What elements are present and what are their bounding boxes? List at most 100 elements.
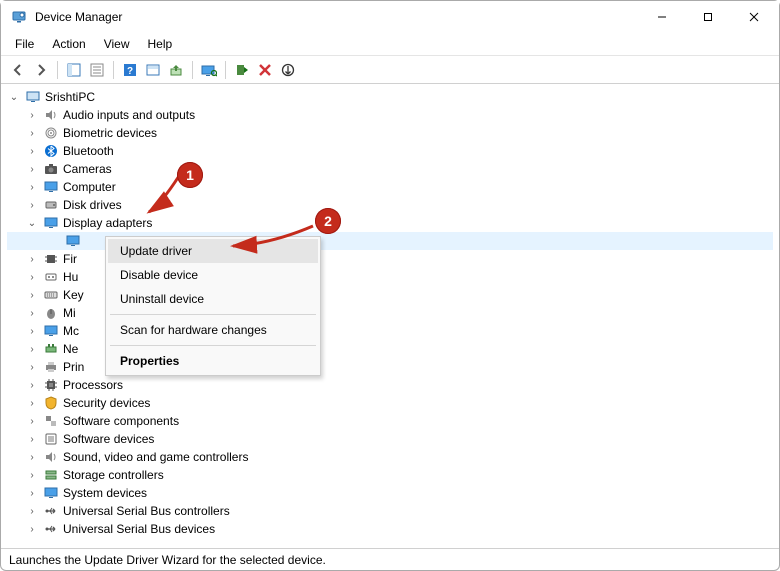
tree-label: Security devices xyxy=(63,396,150,410)
tree-label: Software components xyxy=(63,414,179,428)
expand-arrow-right-icon[interactable]: › xyxy=(25,414,39,428)
svg-text:?: ? xyxy=(127,66,133,77)
tree-item-display-adapters[interactable]: ⌄ Display adapters xyxy=(7,214,773,232)
tree-item-audio[interactable]: › Audio inputs and outputs xyxy=(7,106,773,124)
context-disable-device[interactable]: Disable device xyxy=(108,263,318,287)
expand-arrow-right-icon[interactable]: › xyxy=(25,360,39,374)
expand-arrow-right-icon[interactable]: › xyxy=(25,252,39,266)
fingerprint-icon xyxy=(43,125,59,141)
show-hide-tree-button[interactable] xyxy=(63,59,85,81)
display-adapter-icon xyxy=(65,233,81,249)
tree-item-processors[interactable]: › Processors xyxy=(7,376,773,394)
disable-device-button[interactable] xyxy=(277,59,299,81)
speaker-icon xyxy=(43,107,59,123)
expand-arrow-right-icon[interactable]: › xyxy=(25,306,39,320)
mouse-icon xyxy=(43,305,59,321)
tree-item-storage[interactable]: › Storage controllers xyxy=(7,466,773,484)
toolbar-separator xyxy=(57,61,58,79)
action-button[interactable] xyxy=(142,59,164,81)
context-separator xyxy=(110,345,316,346)
usb-icon xyxy=(43,521,59,537)
tree-label: System devices xyxy=(63,486,147,500)
camera-icon xyxy=(43,161,59,177)
help-button[interactable]: ? xyxy=(119,59,141,81)
software-icon xyxy=(43,431,59,447)
context-update-driver[interactable]: Update driver xyxy=(108,239,318,263)
scan-hardware-button[interactable] xyxy=(198,59,220,81)
toolbar: ? xyxy=(1,56,779,84)
expand-arrow-right-icon[interactable]: › xyxy=(25,288,39,302)
expand-arrow-right-icon[interactable]: › xyxy=(25,108,39,122)
tree-item-sound[interactable]: › Sound, video and game controllers xyxy=(7,448,773,466)
back-button[interactable] xyxy=(7,59,29,81)
expand-arrow-down-icon[interactable]: ⌄ xyxy=(7,90,21,104)
tree-item-system[interactable]: › System devices xyxy=(7,484,773,502)
properties-button[interactable] xyxy=(86,59,108,81)
expand-arrow-right-icon[interactable]: › xyxy=(25,180,39,194)
tree-root[interactable]: ⌄ SrishtiPC xyxy=(7,88,773,106)
expand-arrow-right-icon[interactable]: › xyxy=(25,396,39,410)
context-properties[interactable]: Properties xyxy=(108,349,318,373)
expand-arrow-right-icon[interactable]: › xyxy=(25,450,39,464)
menu-view[interactable]: View xyxy=(96,35,138,53)
tree-item-software-devices[interactable]: › Software devices xyxy=(7,430,773,448)
tree-item-usb-devices[interactable]: › Universal Serial Bus devices xyxy=(7,520,773,538)
enable-device-button[interactable] xyxy=(231,59,253,81)
tree-item-usb-controllers[interactable]: › Universal Serial Bus controllers xyxy=(7,502,773,520)
expand-arrow-right-icon[interactable]: › xyxy=(25,486,39,500)
tree-item-computer[interactable]: › Computer xyxy=(7,178,773,196)
expand-arrow-right-icon[interactable]: › xyxy=(25,522,39,536)
tree-item-cameras[interactable]: › Cameras xyxy=(7,160,773,178)
expand-arrow-right-icon[interactable]: › xyxy=(25,198,39,212)
window-title: Device Manager xyxy=(35,10,639,24)
sound-icon xyxy=(43,449,59,465)
maximize-button[interactable] xyxy=(685,1,731,33)
forward-button[interactable] xyxy=(30,59,52,81)
app-icon xyxy=(11,9,27,25)
expand-arrow-right-icon[interactable]: › xyxy=(25,270,39,284)
hid-icon xyxy=(43,269,59,285)
expand-arrow-right-icon[interactable]: › xyxy=(25,432,39,446)
monitor-icon xyxy=(43,179,59,195)
expand-arrow-right-icon[interactable]: › xyxy=(25,468,39,482)
expand-arrow-right-icon[interactable]: › xyxy=(25,378,39,392)
context-uninstall-device[interactable]: Uninstall device xyxy=(108,287,318,311)
context-menu: Update driver Disable device Uninstall d… xyxy=(105,236,321,376)
context-scan-hardware[interactable]: Scan for hardware changes xyxy=(108,318,318,342)
usb-icon xyxy=(43,503,59,519)
menu-help[interactable]: Help xyxy=(140,35,181,53)
annotation-badge-1: 1 xyxy=(177,162,203,188)
tree-item-disk[interactable]: › Disk drives xyxy=(7,196,773,214)
tree-label: Biometric devices xyxy=(63,126,157,140)
tree-label: Key xyxy=(63,288,84,302)
device-tree[interactable]: ⌄ SrishtiPC › Audio inputs and outputs ›… xyxy=(1,84,779,548)
uninstall-device-button[interactable] xyxy=(254,59,276,81)
expand-arrow-right-icon[interactable]: › xyxy=(25,162,39,176)
annotation-badge-2: 2 xyxy=(315,208,341,234)
expand-arrow-right-icon[interactable]: › xyxy=(25,144,39,158)
tree-label: Audio inputs and outputs xyxy=(63,108,195,122)
tree-label: Mc xyxy=(63,324,79,338)
network-icon xyxy=(43,341,59,357)
expand-arrow-down-icon[interactable]: ⌄ xyxy=(25,216,39,230)
expand-arrow-right-icon[interactable]: › xyxy=(25,324,39,338)
printer-icon xyxy=(43,359,59,375)
close-button[interactable] xyxy=(731,1,777,33)
tree-label: Computer xyxy=(63,180,116,194)
tree-label: Bluetooth xyxy=(63,144,114,158)
tree-item-software-components[interactable]: › Software components xyxy=(7,412,773,430)
tree-item-biometric[interactable]: › Biometric devices xyxy=(7,124,773,142)
expand-arrow-right-icon[interactable]: › xyxy=(25,126,39,140)
menu-action[interactable]: Action xyxy=(44,35,93,53)
tree-item-bluetooth[interactable]: › Bluetooth xyxy=(7,142,773,160)
update-driver-button[interactable] xyxy=(165,59,187,81)
expand-arrow-right-icon[interactable]: › xyxy=(25,504,39,518)
status-text: Launches the Update Driver Wizard for th… xyxy=(9,553,326,567)
status-bar: Launches the Update Driver Wizard for th… xyxy=(1,548,779,570)
menu-bar: File Action View Help xyxy=(1,33,779,56)
menu-file[interactable]: File xyxy=(7,35,42,53)
minimize-button[interactable] xyxy=(639,1,685,33)
tree-item-security[interactable]: › Security devices xyxy=(7,394,773,412)
monitor-icon xyxy=(43,323,59,339)
expand-arrow-right-icon[interactable]: › xyxy=(25,342,39,356)
